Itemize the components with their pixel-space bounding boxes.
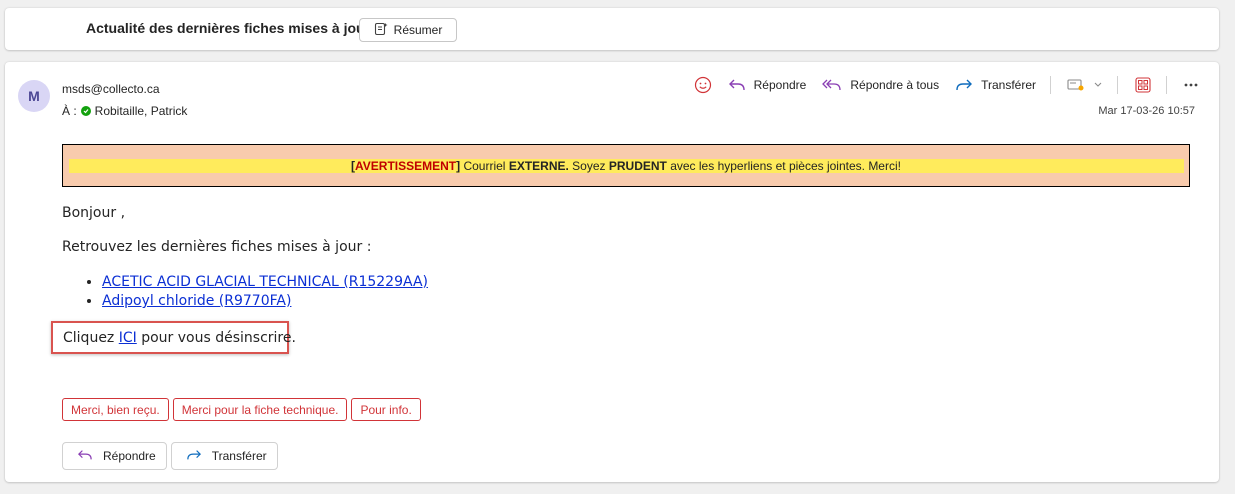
warning-text-2: Soyez: [568, 158, 609, 173]
apps-button[interactable]: [1134, 76, 1152, 94]
unsubscribe-link[interactable]: ICI: [119, 330, 137, 346]
more-icon: [1183, 82, 1199, 88]
sender-address[interactable]: msds@collecto.ca: [62, 82, 160, 96]
sheet-link[interactable]: ACETIC ACID GLACIAL TECHNICAL (R15229AA): [102, 274, 428, 290]
message-card: M msds@collecto.ca À : Robitaille, Patri…: [5, 62, 1219, 482]
divider: [1166, 76, 1167, 94]
summarize-icon: [374, 22, 388, 39]
avatar[interactable]: M: [18, 80, 50, 112]
summarize-label: Résumer: [393, 23, 443, 37]
divider: [1050, 76, 1051, 94]
reply-icon: [728, 77, 746, 93]
unsubscribe-line: Cliquez ICI pour vous désinscrire.: [51, 321, 296, 354]
reply-all-button[interactable]: Répondre à tous: [822, 77, 939, 93]
divider: [1117, 76, 1118, 94]
category-dropdown-button[interactable]: [1067, 78, 1103, 92]
warning-externe: EXTERNE.: [508, 158, 569, 173]
sheet-link[interactable]: Adipoyl chloride (R9770FA): [102, 293, 291, 309]
emoji-reaction-button[interactable]: [694, 76, 712, 94]
sheet-list: ACETIC ACID GLACIAL TECHNICAL (R15229AA)…: [102, 274, 428, 312]
reply-button[interactable]: Répondre: [728, 77, 807, 93]
chevron-down-icon: [1093, 81, 1103, 89]
smiley-icon: [694, 76, 712, 94]
warning-text: [AVERTISSEMENT] Courriel EXTERNE. Soyez …: [68, 158, 1184, 173]
subject-bar: Actualité des dernières fiches mises à j…: [5, 8, 1219, 50]
bottom-reply-label: Répondre: [103, 449, 156, 463]
more-options-button[interactable]: [1183, 82, 1199, 88]
greeting: Bonjour ,: [62, 205, 126, 221]
forward-icon: [955, 77, 973, 93]
forward-label: Transférer: [981, 78, 1036, 92]
unsubscribe-prefix: Cliquez: [63, 329, 119, 346]
recipient-name[interactable]: Robitaille, Patrick: [95, 104, 188, 118]
bottom-reply-button[interactable]: Répondre: [62, 442, 167, 470]
presence-available-icon: [80, 106, 91, 116]
bottom-actions: Répondre Transférer: [62, 442, 278, 470]
reply-label: Répondre: [753, 78, 807, 92]
warning-text-3: avec les hyperliens et pièces jointes. M…: [666, 158, 901, 173]
reply-all-icon: [822, 77, 842, 93]
apps-grid-icon: [1134, 76, 1152, 94]
forward-button[interactable]: Transférer: [955, 77, 1036, 93]
message-actions: Répondre Répondre à tous Transférer: [678, 74, 1199, 96]
list-item: Adipoyl chloride (R9770FA): [102, 293, 428, 309]
email-subject: Actualité des dernières fiches mises à j…: [86, 20, 371, 36]
list-item: ACETIC ACID GLACIAL TECHNICAL (R15229AA): [102, 274, 428, 290]
unsubscribe-suffix: pour vous désinscrire.: [136, 329, 296, 346]
recipient-row: À : Robitaille, Patrick: [62, 104, 187, 118]
quick-replies: Merci, bien reçu. Merci pour la fiche te…: [62, 398, 421, 421]
tag-icon: [1067, 78, 1085, 92]
quick-reply-button[interactable]: Merci, bien reçu.: [62, 398, 169, 421]
intro-text: Retrouvez les dernières fiches mises à j…: [62, 239, 372, 255]
quick-reply-button[interactable]: Merci pour la fiche technique.: [172, 398, 348, 421]
reply-icon: [77, 448, 93, 465]
warning-text-1: Courriel: [460, 158, 509, 173]
bottom-forward-button[interactable]: Transférer: [170, 442, 278, 470]
message-timestamp: Mar 17-03-26 10:57: [1098, 105, 1195, 117]
quick-reply-button[interactable]: Pour info.: [351, 398, 421, 421]
to-label: À :: [62, 104, 77, 118]
reply-all-label: Répondre à tous: [850, 78, 940, 92]
external-warning-banner: [AVERTISSEMENT] Courriel EXTERNE. Soyez …: [62, 144, 1190, 187]
forward-icon: [186, 448, 202, 465]
bottom-forward-label: Transférer: [211, 449, 267, 463]
warning-tag: AVERTISSEMENT: [355, 158, 457, 173]
summarize-button[interactable]: Résumer: [359, 18, 457, 42]
warning-prudent: PRUDENT: [608, 158, 667, 173]
